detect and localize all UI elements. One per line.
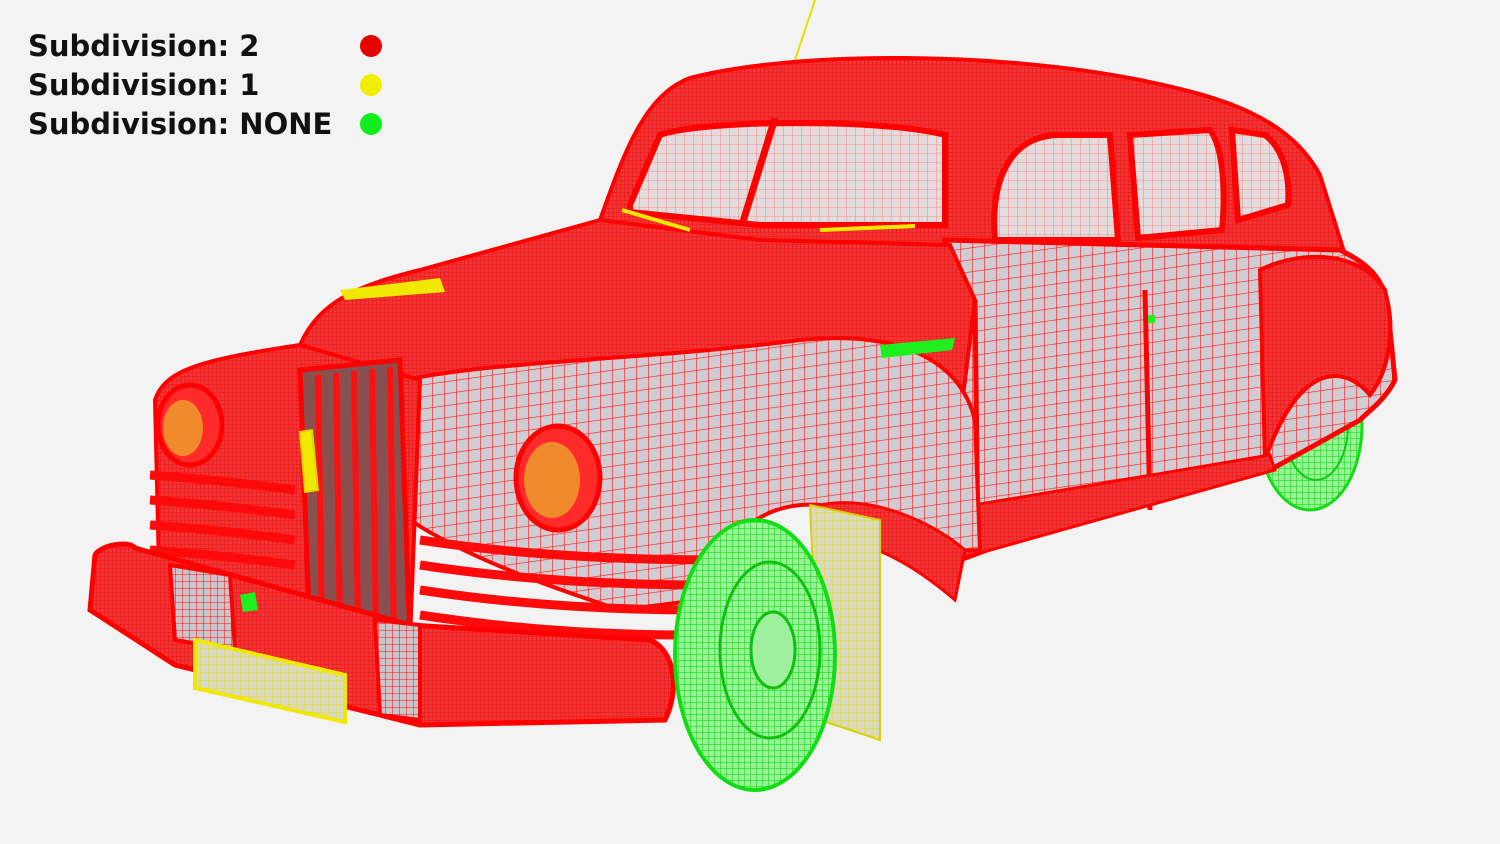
door-handle	[1148, 315, 1155, 323]
legend-label: Subdivision: NONE	[28, 106, 333, 141]
legend-row-subdivision-1: Subdivision: 1	[28, 65, 382, 104]
wheel-front	[673, 503, 881, 792]
headlight-left	[155, 382, 225, 468]
headlight-right	[513, 423, 603, 533]
legend-row-subdivision-2: Subdivision: 2	[28, 26, 382, 65]
legend-dot-green	[360, 112, 382, 135]
legend-label: Subdivision: 2	[28, 28, 260, 63]
tow-hook	[240, 592, 258, 612]
legend-dot-yellow	[360, 73, 382, 96]
legend-row-subdivision-none: Subdivision: NONE	[28, 104, 382, 143]
legend-label: Subdivision: 1	[28, 67, 260, 102]
legend-dot-red	[360, 34, 382, 57]
legend: Subdivision: 2 Subdivision: 1 Subdivisio…	[28, 26, 382, 143]
